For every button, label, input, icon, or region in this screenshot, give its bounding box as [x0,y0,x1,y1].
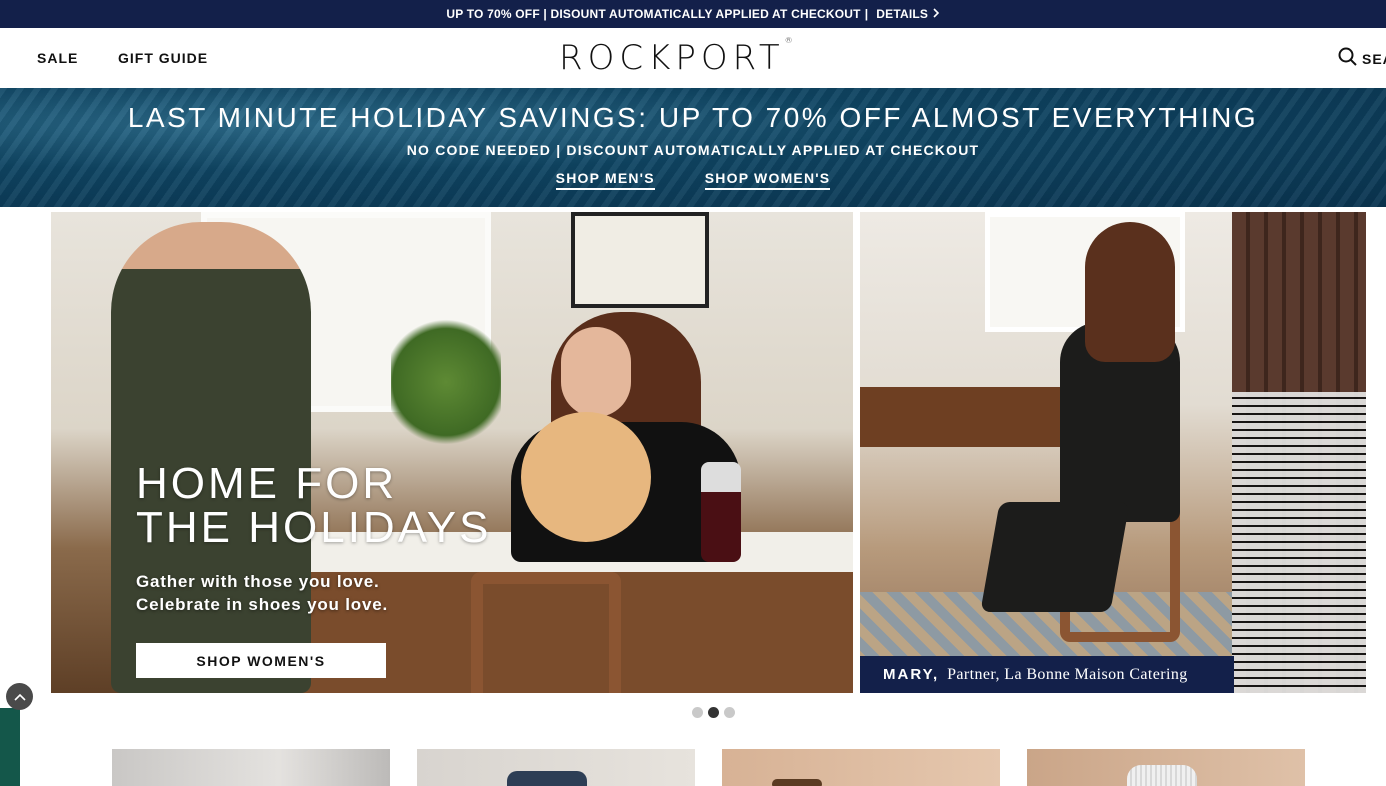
category-tile[interactable] [112,749,390,786]
shoe-image [507,771,587,786]
woman-face-shape [561,327,631,417]
logo-text: ROCKPORT [559,38,785,78]
promo-bar: UP TO 70% OFF | DISOUNT AUTOMATICALLY AP… [0,0,1386,28]
shoe-image [772,779,822,786]
plant-shape [391,312,501,452]
nav-gift-guide-link[interactable]: GIFT GUIDE [118,50,208,66]
hero-subtitle: Gather with those you love. Celebrate in… [136,570,491,616]
carousel-dot[interactable] [692,707,703,718]
hero-title-line2: THE HOLIDAYS [136,503,492,552]
category-tile[interactable] [1027,749,1305,786]
promo-separator: | [864,7,869,21]
side-feedback-tab[interactable] [0,708,20,786]
category-tile[interactable] [417,749,695,786]
search-icon [1338,47,1357,71]
caption-name: MARY, [883,666,940,683]
details-link[interactable]: DETAILS [876,7,939,21]
shop-mens-link[interactable]: SHOP MEN'S [555,170,655,190]
nav-sale-link[interactable]: SALE [37,50,78,66]
promo-text: UP TO 70% OFF | DISOUNT AUTOMATICALLY AP… [446,7,861,21]
chevron-right-icon [932,7,940,21]
hero-title: HOME FOR THE HOLIDAYS [136,462,491,550]
hero-title-line1: HOME FOR [136,459,398,508]
carousel-dot[interactable] [724,707,735,718]
hero-carousel: HOME FOR THE HOLIDAYS Gather with those … [51,212,1366,693]
chevron-up-icon [13,688,26,706]
hero-image-dinner[interactable]: HOME FOR THE HOLIDAYS Gather with those … [51,212,853,693]
caption-text: Partner, La Bonne Maison Catering [947,665,1188,683]
hero-text: HOME FOR THE HOLIDAYS Gather with those … [136,462,491,616]
shop-womens-button[interactable]: SHOP WOMEN'S [136,643,386,678]
mary-legs-shape [980,502,1130,612]
banner-links: SHOP MEN'S SHOP WOMEN'S [0,170,1386,190]
registered-mark: ® [784,35,793,45]
snowy-fence-shape [1232,392,1366,693]
hero-subtitle-line2: Celebrate in shoes you love. [136,595,388,614]
site-header: SALE GIFT GUIDE ROCKPORT® SEARCH [0,28,1386,88]
category-tile[interactable] [722,749,1000,786]
banner-title: LAST MINUTE HOLIDAY SAVINGS: UP TO 70% O… [127,102,1259,133]
picture-frame-shape [571,212,709,308]
search-button[interactable]: SEARCH [1338,47,1386,71]
carousel-dot-active[interactable] [708,707,719,718]
rockport-logo[interactable]: ROCKPORT® [559,35,793,78]
banner-subtitle: NO CODE NEEDED | DISCOUNT AUTOMATICALLY … [406,142,980,158]
holiday-savings-banner: LAST MINUTE HOLIDAY SAVINGS: UP TO 70% O… [0,88,1386,207]
shoe-image [1127,765,1197,786]
carousel-dots [692,707,735,718]
wine-carafe-shape [701,462,741,562]
shop-womens-link[interactable]: SHOP WOMEN'S [704,170,831,190]
hero-subtitle-line1: Gather with those you love. [136,572,380,591]
hero-image-mary[interactable]: MARY, Partner, La Bonne Maison Catering [860,212,1366,693]
hero-caption: MARY, Partner, La Bonne Maison Catering [860,656,1234,693]
child-figure [521,412,651,542]
search-label: SEARCH [1362,51,1386,67]
man-figure [111,222,311,693]
details-label: DETAILS [876,7,929,21]
chair-shape [471,572,621,693]
scroll-to-top-button[interactable] [6,683,33,710]
mary-hair-shape [1085,222,1175,362]
